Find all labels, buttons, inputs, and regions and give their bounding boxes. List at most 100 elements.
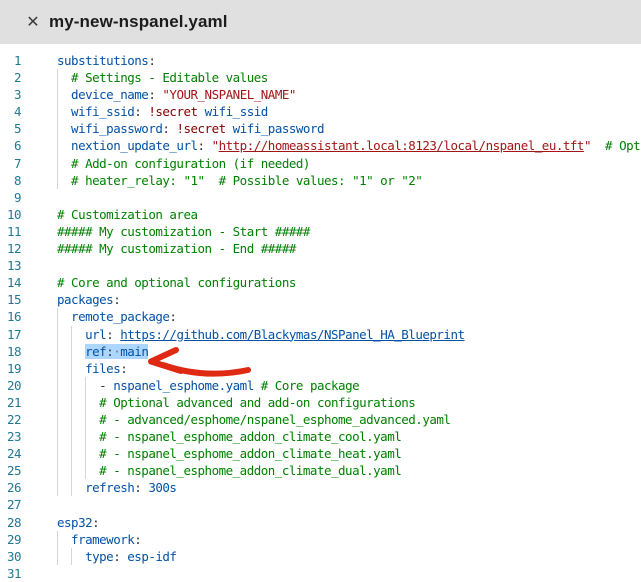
code-line: 14# Core and optional configurations [0, 274, 641, 291]
line-number: 20 [0, 377, 21, 394]
line-number: 27 [0, 496, 21, 513]
code-token: esp-idf [127, 549, 176, 564]
code-token: # Core package [254, 378, 359, 393]
code-token [57, 344, 85, 359]
line-number: 8 [0, 172, 21, 189]
line-number: 11 [0, 223, 21, 240]
line-number: 4 [0, 103, 21, 120]
code-token: !secret [148, 104, 197, 119]
code-line: 8 # heater_relay: "1" # Possible values:… [0, 172, 641, 189]
line-number: 22 [0, 411, 21, 428]
code-token: "YOUR_NSPANEL_NAME" [162, 87, 296, 102]
close-icon[interactable]: ✕ [25, 14, 41, 30]
code-token: framework [57, 532, 134, 547]
code-lines: 1substitutions:2 # Settings - Editable v… [0, 52, 641, 582]
code-token: files [57, 361, 120, 376]
editor-titlebar: ✕ my-new-nspanel.yaml [0, 0, 641, 44]
code-line: 4 wifi_ssid: !secret wifi_ssid [0, 103, 641, 120]
line-number: 10 [0, 206, 21, 223]
code-token: 300s [148, 480, 176, 495]
line-number: 24 [0, 445, 21, 462]
code-token: substitutions [57, 53, 148, 68]
code-line: 25 # - nspanel_esphome_addon_climate_dua… [0, 462, 641, 479]
code-token: remote_package [57, 309, 169, 324]
code-token: : [134, 104, 148, 119]
code-line: 11 ##### My customization - Start ##### [0, 223, 641, 240]
code-token: # - nspanel_esphome_addon_climate_cool.y… [57, 429, 401, 444]
line-number: 9 [0, 189, 21, 206]
code-line: 24 # - nspanel_esphome_addon_climate_hea… [0, 445, 641, 462]
code-token: http://homeassistant.local:8123/local/ns… [219, 138, 584, 153]
code-token: : [169, 309, 176, 324]
line-number: 12 [0, 240, 21, 257]
code-token: nextion_update_url [57, 138, 198, 153]
code-token: ##### My customization - Start ##### [57, 224, 310, 239]
line-number: 5 [0, 120, 21, 137]
code-line: 16 remote_package: [0, 308, 641, 325]
code-token: " [584, 138, 591, 153]
code-token: device_name [57, 87, 148, 102]
selected-text: ref [85, 344, 106, 359]
code-token: : [113, 549, 127, 564]
selected-text: main [120, 344, 148, 359]
line-number: 1 [0, 52, 21, 69]
code-line: 7 # Add-on configuration (if needed) [0, 155, 641, 172]
code-line: 18 ref:·main [0, 343, 641, 360]
code-token: # - nspanel_esphome_addon_climate_dual.y… [57, 463, 401, 478]
code-line: 6 nextion_update_url: "http://homeassist… [0, 137, 641, 154]
code-token: - [57, 378, 113, 393]
code-token: esp32 [57, 515, 92, 530]
code-line: 10# Customization area [0, 206, 641, 223]
code-token: type [57, 549, 113, 564]
line-number: 19 [0, 360, 21, 377]
code-editor[interactable]: 1substitutions:2 # Settings - Editable v… [0, 44, 641, 576]
code-token: : [148, 87, 162, 102]
code-line: 29 framework: [0, 531, 641, 548]
code-token: wifi_password [226, 121, 324, 136]
code-token: # Add-on configuration (if needed) [57, 156, 310, 171]
code-token: # Settings - Editable values [57, 70, 268, 85]
line-number: 17 [0, 326, 21, 343]
line-number: 29 [0, 531, 21, 548]
code-line: 1 substitutions: [0, 52, 641, 69]
line-number: 6 [0, 137, 21, 154]
code-token: packages [57, 292, 113, 307]
file-title: my-new-nspanel.yaml [49, 12, 228, 32]
code-token: : [162, 121, 176, 136]
code-token: ##### My customization - End ##### [57, 241, 296, 256]
code-token: # Opti [591, 138, 641, 153]
code-token: wifi_ssid [198, 104, 268, 119]
code-line: 20 - nspanel_esphome.yaml # Core package [0, 377, 641, 394]
code-line: 9 [0, 189, 641, 206]
line-number: 25 [0, 462, 21, 479]
code-token: nspanel_esphome.yaml [113, 378, 254, 393]
code-line: 27 [0, 496, 641, 513]
code-token: : [92, 515, 99, 530]
line-number: 3 [0, 86, 21, 103]
line-number: 13 [0, 257, 21, 274]
code-line: 30 type: esp-idf [0, 548, 641, 565]
code-token: : [106, 327, 120, 342]
code-token: " [212, 138, 219, 153]
code-line: 5 wifi_password: !secret wifi_password [0, 120, 641, 137]
code-token: https://github.com/Blackymas/NSPanel_HA_… [120, 327, 464, 342]
code-line: 23 # - nspanel_esphome_addon_climate_coo… [0, 428, 641, 445]
code-token: # - advanced/esphome/nspanel_esphome_adv… [57, 412, 450, 427]
code-token: refresh [57, 480, 134, 495]
line-number: 18 [0, 343, 21, 360]
line-number: 14 [0, 274, 21, 291]
code-token: : [148, 53, 155, 68]
line-number: 7 [0, 155, 21, 172]
line-number: 31 [0, 565, 21, 582]
line-number: 28 [0, 514, 21, 531]
line-number: 23 [0, 428, 21, 445]
line-number: 26 [0, 479, 21, 496]
code-token: # - nspanel_esphome_addon_climate_heat.y… [57, 446, 401, 461]
code-line: 21 # Optional advanced and add-on config… [0, 394, 641, 411]
code-line: 31 [0, 565, 641, 582]
code-token: : [113, 292, 120, 307]
code-token: : [198, 138, 212, 153]
code-token: wifi_ssid [57, 104, 134, 119]
code-token: !secret [176, 121, 225, 136]
code-line: 17 url: https://github.com/Blackymas/NSP… [0, 326, 641, 343]
